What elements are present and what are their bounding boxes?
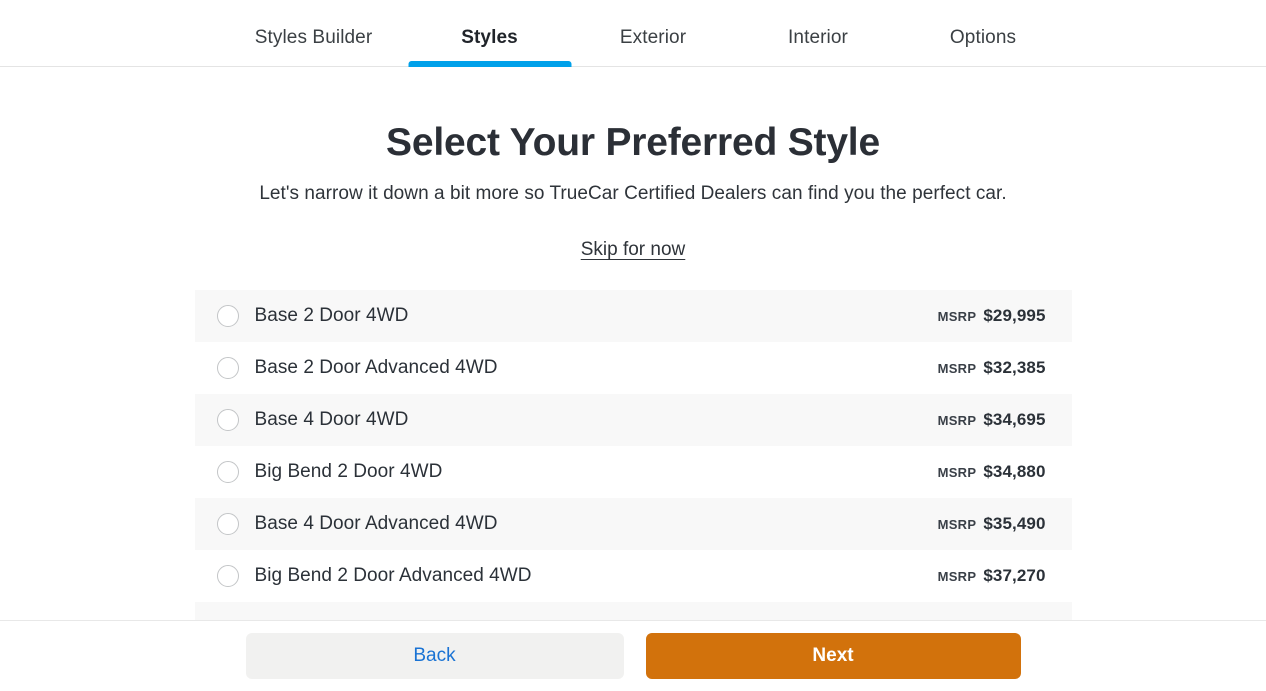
msrp-label: MSRP — [937, 412, 977, 428]
tab-styles-label: Styles — [461, 26, 518, 48]
tab-exterior-label: Exterior — [619, 26, 687, 48]
step-tab-bar: Styles Builder Styles Exterior Interior … — [0, 0, 1266, 67]
style-option-price-block: MSRP $32,385 — [938, 358, 1046, 378]
style-option-label: Base 2 Door Advanced 4WD — [254, 356, 498, 378]
style-option-price-block: MSRP $34,695 — [938, 410, 1046, 430]
tab-interior-label: Interior — [788, 26, 848, 48]
msrp-price: $34,880 — [983, 461, 1046, 481]
msrp-label: MSRP — [937, 516, 977, 532]
next-button[interactable]: Next — [645, 633, 1021, 679]
msrp-price: $37,270 — [983, 565, 1046, 585]
radio-button-icon[interactable] — [216, 512, 239, 535]
style-option-price-block: MSRP $34,880 — [938, 462, 1046, 482]
tab-styles-builder[interactable]: Styles Builder — [219, 0, 409, 67]
style-option-label: Base 4 Door Advanced 4WD — [254, 512, 498, 534]
tab-exterior[interactable]: Exterior — [571, 0, 736, 67]
style-option-price-block: MSRP $29,995 — [938, 306, 1046, 326]
tab-styles[interactable]: Styles — [408, 0, 571, 67]
style-option-row[interactable]: Base 2 Door Advanced 4WD MSRP $32,385 — [194, 341, 1072, 394]
msrp-label: MSRP — [937, 308, 977, 324]
page-title: Select Your Preferred Style — [386, 121, 880, 164]
style-option-label: Big Bend 2 Door Advanced 4WD — [254, 564, 532, 586]
msrp-price: $35,490 — [983, 513, 1046, 533]
wizard-footer: Back Next — [0, 620, 1266, 691]
style-option-label: Base 4 Door 4WD — [254, 408, 409, 430]
radio-button-icon[interactable] — [216, 304, 239, 327]
step-tabs: Styles Builder Styles Exterior Interior … — [0, 0, 1266, 67]
style-option-label: Base 2 Door 4WD — [254, 304, 409, 326]
style-option-row[interactable]: Base 4 Door 4WD MSRP $34,695 — [194, 393, 1072, 446]
radio-button-icon[interactable] — [216, 408, 239, 431]
radio-button-icon[interactable] — [216, 356, 239, 379]
skip-link-container: Skip for now — [0, 239, 1266, 261]
tab-options[interactable]: Options — [901, 0, 1066, 67]
style-option-list: Base 2 Door 4WD MSRP $29,995 Base 2 Door… — [194, 289, 1072, 620]
msrp-label: MSRP — [937, 464, 977, 480]
radio-button-icon[interactable] — [216, 460, 239, 483]
main-content: Select Your Preferred Style Let's narrow… — [0, 67, 1266, 620]
style-option-row[interactable]: Base 2 Door 4WD MSRP $29,995 — [194, 289, 1072, 342]
tab-interior[interactable]: Interior — [736, 0, 901, 67]
style-option-price-block: MSRP $37,270 — [938, 566, 1046, 586]
tab-options-label: Options — [949, 26, 1017, 48]
style-option-label: Big Bend 2 Door 4WD — [254, 460, 443, 482]
msrp-price: $32,385 — [983, 357, 1046, 377]
style-option-row[interactable]: Big Bend 2 Door 4WD MSRP $34,880 — [194, 445, 1072, 498]
style-option-row-partial[interactable] — [194, 601, 1072, 620]
tab-styles-builder-label: Styles Builder — [254, 26, 373, 48]
style-option-row[interactable]: Big Bend 2 Door Advanced 4WD MSRP $37,27… — [194, 549, 1072, 602]
radio-button-icon[interactable] — [216, 564, 239, 587]
msrp-price: $29,995 — [983, 305, 1046, 325]
msrp-label: MSRP — [937, 568, 977, 584]
msrp-label: MSRP — [937, 360, 977, 376]
back-button[interactable]: Back — [245, 633, 624, 679]
msrp-price: $34,695 — [983, 409, 1046, 429]
page-subtitle: Let's narrow it down a bit more so TrueC… — [259, 182, 1007, 204]
style-option-row[interactable]: Base 4 Door Advanced 4WD MSRP $35,490 — [194, 497, 1072, 550]
style-option-price-block: MSRP $35,490 — [938, 514, 1046, 534]
skip-for-now-link[interactable]: Skip for now — [581, 239, 686, 260]
